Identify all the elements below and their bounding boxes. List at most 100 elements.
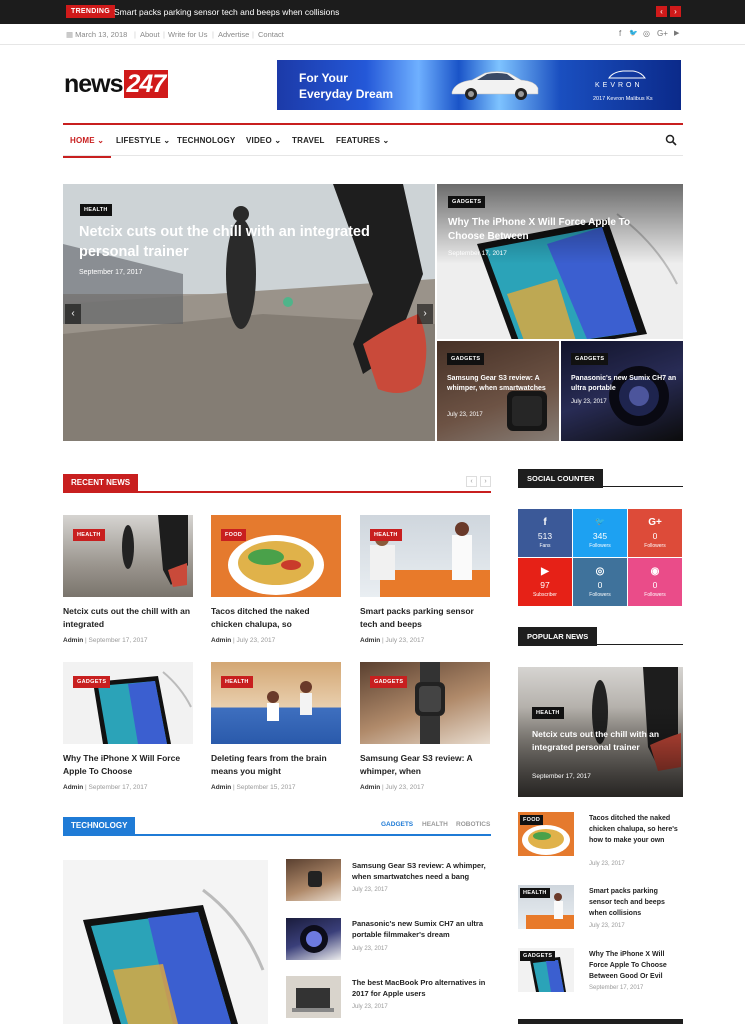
logo-number: 247 [123, 70, 169, 98]
people-thumb [370, 522, 490, 597]
popular-news-header: POPULAR NEWS [518, 627, 683, 646]
twitter-icon: 🐦 [595, 517, 605, 526]
hero-small-2-title[interactable]: Panasonic's new Sumix CH7 an ultra porta… [571, 374, 679, 394]
popular-thumb[interactable]: GADGETS [518, 948, 574, 992]
tech-feature-image[interactable] [63, 860, 268, 1024]
list-thumb[interactable] [286, 859, 341, 901]
hero-small-1-title[interactable]: Samsung Gear S3 review: A whimper, when … [447, 374, 555, 394]
social-cell-youtube[interactable]: ▶ 97 Subscriber [518, 558, 572, 606]
popular-date: July 23, 2017 [589, 861, 625, 867]
social-cell-twitter[interactable]: 🐦 345 Followers [573, 509, 627, 557]
category-badge[interactable]: GADGETS [571, 353, 609, 365]
card-title[interactable]: Why The iPhone X Will Force Apple To Cho… [63, 752, 195, 778]
popular-feature-title[interactable]: Netcix cuts out the chill with an integr… [532, 728, 677, 754]
card-image[interactable]: HEALTH [63, 515, 193, 597]
card-title[interactable]: Deleting fears from the brain means you … [211, 752, 343, 778]
category-badge[interactable]: GADGETS [370, 676, 408, 688]
list-thumb[interactable] [286, 918, 341, 960]
category-badge[interactable]: HEALTH [80, 204, 112, 216]
nav-travel[interactable]: TRAVEL [292, 136, 325, 145]
category-badge[interactable]: GADGETS [520, 951, 556, 961]
hero-main-card[interactable]: HEALTH Netcix cuts out the chill with an… [63, 184, 435, 441]
twitter-icon[interactable]: 🐦 [629, 29, 638, 37]
category-badge[interactable]: GADGETS [73, 676, 111, 688]
category-badge[interactable]: HEALTH [221, 676, 253, 688]
link-advertise[interactable]: Advertise [218, 30, 249, 39]
popular-title[interactable]: Tacos ditched the naked chicken chalupa,… [589, 813, 681, 846]
social-cell-dribbble[interactable]: ◉ 0 Followers [628, 558, 682, 606]
card-author[interactable]: Admin [63, 784, 83, 791]
hero-small-card-2[interactable]: GADGETS Panasonic's new Sumix CH7 an ult… [561, 341, 683, 441]
list-thumb[interactable] [286, 976, 341, 1018]
card-image[interactable]: HEALTH [360, 515, 490, 597]
nav-features[interactable]: FEATURES ⌄ [336, 136, 389, 145]
tab-health[interactable]: HEALTH [422, 821, 448, 828]
category-badge[interactable]: HEALTH [370, 529, 402, 541]
list-title[interactable]: Samsung Gear S3 review: A whimper, when … [352, 860, 492, 882]
social-label: Followers [644, 543, 666, 549]
hero-small-card-1[interactable]: GADGETS Samsung Gear S3 review: A whimpe… [437, 341, 559, 441]
recent-prev-button[interactable]: ‹ [466, 476, 477, 487]
hero-main-title[interactable]: Netcix cuts out the chill with an integr… [79, 222, 379, 262]
ad-banner[interactable]: For Your Everyday Dream KEVRON 2017 Kevro… [277, 60, 681, 110]
slider-next-button[interactable]: › [417, 304, 433, 324]
card-author[interactable]: Admin [211, 784, 231, 791]
social-cell-instagram[interactable]: ◎ 0 Followers [573, 558, 627, 606]
hero-right-top-card[interactable]: GADGETS Why The iPhone X Will Force Appl… [437, 184, 683, 339]
card-title[interactable]: Smart packs parking sensor tech and beep… [360, 605, 492, 631]
category-badge[interactable]: HEALTH [73, 529, 105, 541]
facebook-icon[interactable]: f [619, 29, 621, 38]
social-counter-header: SOCIAL COUNTER [518, 469, 683, 488]
category-badge[interactable]: GADGETS [447, 353, 485, 365]
list-title[interactable]: The best MacBook Pro alternatives in 201… [352, 977, 492, 999]
search-icon[interactable] [665, 134, 677, 146]
category-badge[interactable]: HEALTH [520, 888, 550, 898]
site-logo[interactable]: news 247 [64, 70, 169, 99]
instagram-icon: ◎ [595, 566, 605, 577]
category-badge[interactable]: HEALTH [532, 707, 564, 719]
category-badge[interactable]: GADGETS [448, 196, 486, 208]
google-plus-icon[interactable]: G+ [657, 29, 668, 38]
card-image[interactable]: HEALTH [211, 662, 341, 744]
category-badge[interactable]: FOOD [221, 529, 247, 541]
card-title[interactable]: Netcix cuts out the chill with an integr… [63, 605, 195, 631]
link-about[interactable]: About [140, 30, 160, 39]
trending-next-button[interactable]: › [670, 6, 681, 17]
hero-right-top-title[interactable]: Why The iPhone X Will Force Apple To Cho… [448, 216, 663, 244]
list-title[interactable]: Panasonic's new Sumix CH7 an ultra porta… [352, 918, 492, 940]
social-cell-facebook[interactable]: f 513 Fans [518, 509, 572, 557]
nav-technology[interactable]: TECHNOLOGY [177, 136, 235, 145]
next-section-header [518, 1019, 683, 1024]
trending-headline[interactable]: Smart packs parking sensor tech and beep… [114, 7, 339, 17]
social-label: Followers [589, 543, 611, 549]
trending-prev-button[interactable]: ‹ [656, 6, 667, 17]
card-title[interactable]: Samsung Gear S3 review: A whimper, when [360, 752, 492, 778]
youtube-icon[interactable]: ▶ [674, 29, 679, 37]
card-author[interactable]: Admin [211, 637, 231, 644]
instagram-icon[interactable]: ◎ [643, 29, 650, 38]
card-author[interactable]: Admin [360, 784, 380, 791]
card-image[interactable]: FOOD [211, 515, 341, 597]
card-image[interactable]: GADGETS [360, 662, 490, 744]
recent-next-button[interactable]: › [480, 476, 491, 487]
dribbble-icon: ◉ [650, 566, 660, 577]
nav-home[interactable]: HOME ⌄ [62, 136, 112, 158]
tab-robotics[interactable]: ROBOTICS [456, 821, 490, 828]
link-contact[interactable]: Contact [258, 30, 284, 39]
card-author[interactable]: Admin [360, 637, 380, 644]
popular-title[interactable]: Why The iPhone X Will Force Apple To Cho… [589, 949, 681, 982]
nav-video[interactable]: VIDEO ⌄ [246, 136, 281, 145]
link-write-for-us[interactable]: Write for Us [168, 30, 207, 39]
card-author[interactable]: Admin [63, 637, 83, 644]
tab-gadgets[interactable]: GADGETS [381, 821, 413, 828]
slider-prev-button[interactable]: ‹ [65, 304, 81, 324]
popular-feature-card[interactable]: HEALTH Netcix cuts out the chill with an… [518, 667, 683, 797]
card-title[interactable]: Tacos ditched the naked chicken chalupa,… [211, 605, 343, 631]
popular-title[interactable]: Smart packs parking sensor tech and beep… [589, 886, 681, 919]
social-cell-google-plus[interactable]: G+ 0 Followers [628, 509, 682, 557]
popular-thumb[interactable]: FOOD [518, 812, 574, 856]
card-image[interactable]: GADGETS [63, 662, 193, 744]
nav-lifestyle[interactable]: LIFESTYLE ⌄ [116, 136, 170, 145]
popular-thumb[interactable]: HEALTH [518, 885, 574, 929]
category-badge[interactable]: FOOD [520, 815, 544, 825]
